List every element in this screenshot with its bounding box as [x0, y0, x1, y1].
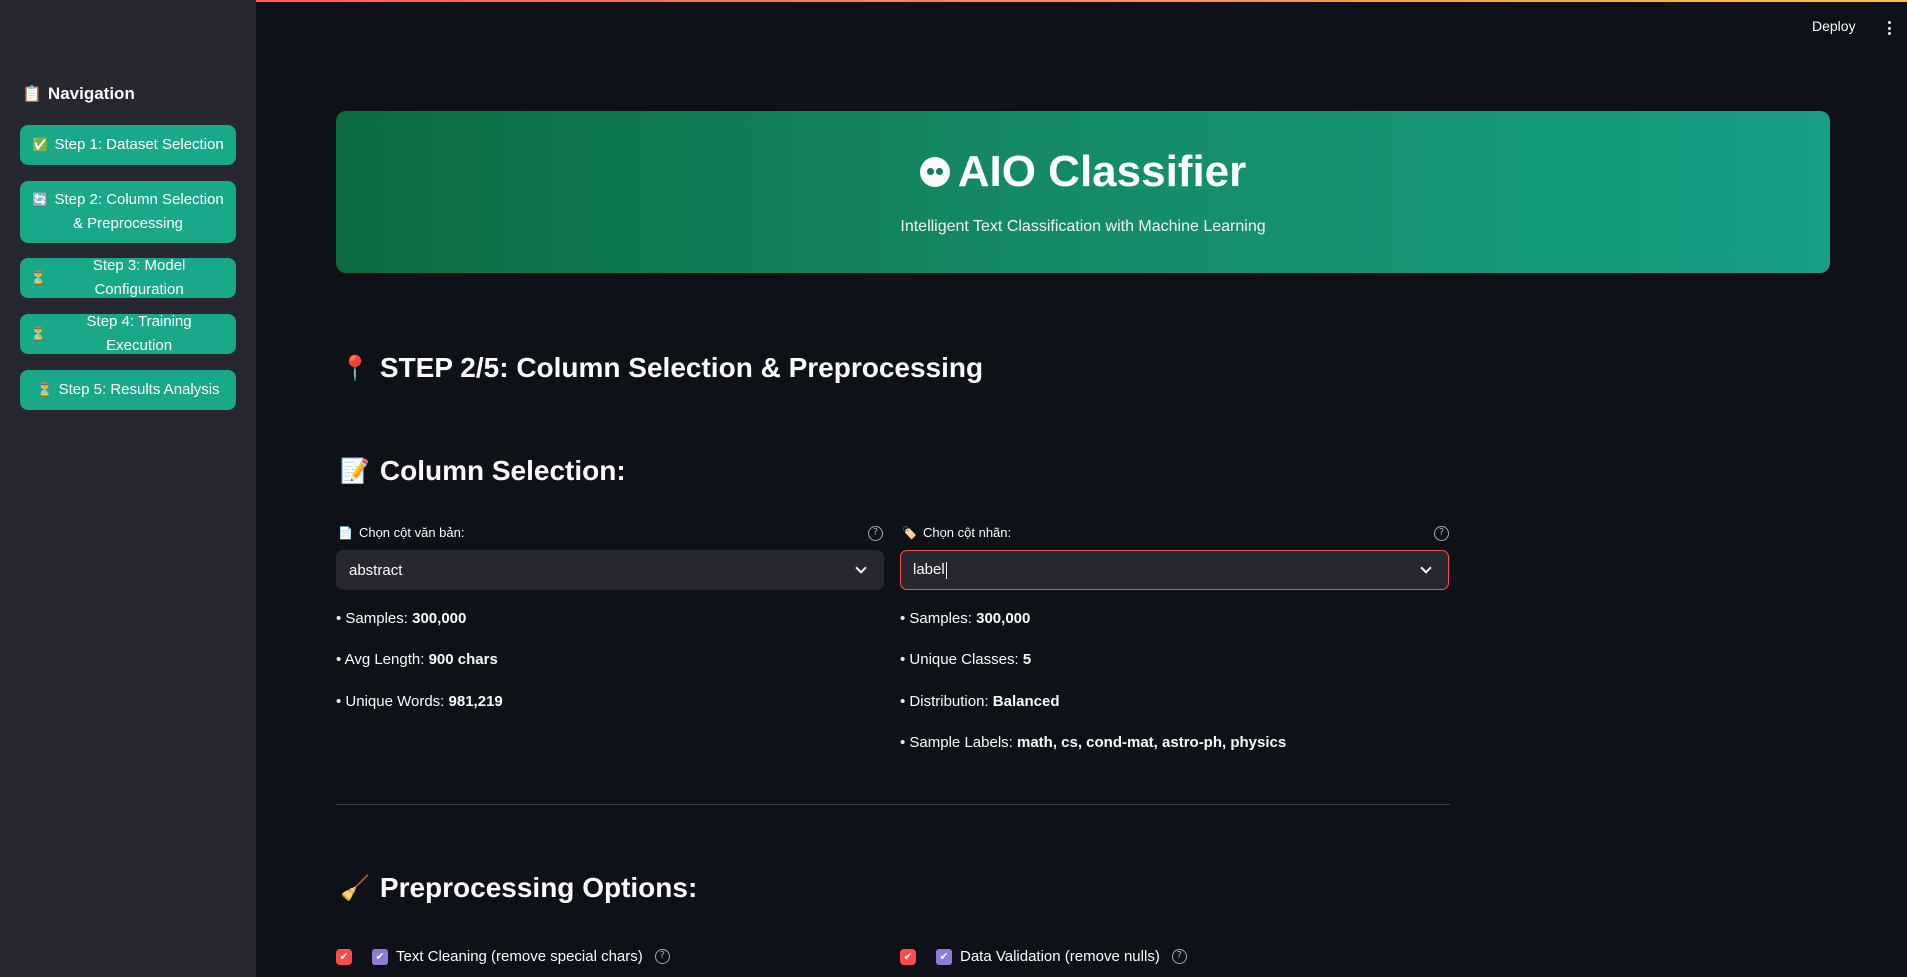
sidebar-item-label: Step 4: Training Execution [86, 313, 192, 354]
checked-icon: ✔ [372, 948, 388, 965]
app-subtitle: Intelligent Text Classification with Mac… [900, 218, 1266, 235]
kebab-menu-icon[interactable] [1882, 19, 1896, 37]
deploy-button[interactable]: Deploy [1812, 18, 1856, 34]
chevron-down-icon [1420, 562, 1432, 574]
document-icon: 📄 [338, 525, 353, 540]
help-icon[interactable]: ? [868, 526, 883, 541]
broom-icon: 🧹 [340, 874, 370, 902]
app-title: AIO Classifier [336, 147, 1830, 197]
label-column-select[interactable]: label [900, 550, 1449, 590]
chevron-down-icon [855, 562, 867, 574]
hourglass-icon: ⏳ [30, 270, 47, 285]
sidebar-title: 📋 Navigation [22, 84, 135, 103]
help-icon[interactable]: ? [1171, 949, 1187, 964]
stat-distribution: • Distribution: Balanced [900, 693, 1060, 710]
robot-icon [919, 157, 950, 187]
stat-sample-labels: • Sample Labels: math, cs, cond-mat, ast… [900, 734, 1287, 751]
stat-unique-words: • Unique Words: 981,219 [336, 693, 503, 710]
text-column-label: 📄 Chọn cột văn bản: [338, 525, 465, 540]
sidebar-item-label: Step 3: Model Configuration [92, 257, 186, 298]
sidebar-item-step-4[interactable]: ⏳ Step 4: Training Execution [20, 313, 236, 354]
sidebar-item-label: 🔄 Step 2: Column Selection & Preprocessin… [32, 191, 224, 232]
memo-icon: 📝 [340, 457, 370, 485]
label-column-label: 🏷️ Chọn cột nhãn: [902, 525, 1012, 540]
top-decoration-bar [0, 0, 1907, 2]
text-cleaning-option: ✔ ✔ Text Cleaning (remove special chars)… [336, 948, 670, 965]
tag-icon: 🏷️ [902, 525, 917, 540]
sidebar-item-label: Step 1: Dataset Selection [54, 136, 224, 153]
help-icon[interactable]: ? [654, 949, 670, 964]
text-column-select[interactable]: abstract [336, 550, 884, 590]
column-selection-heading: 📝 Column Selection: [340, 455, 626, 486]
stat-unique-classes: • Unique Classes: 5 [900, 651, 1032, 668]
data-validation-option: ✔ ✔ Data Validation (remove nulls) ? [900, 948, 1187, 965]
help-icon[interactable]: ? [1434, 526, 1449, 541]
sidebar: 📋 Navigation ✅ Step 1: Dataset Selection… [0, 0, 256, 977]
hero-banner: AIO Classifier Intelligent Text Classifi… [336, 111, 1830, 273]
sidebar-item-step-5[interactable]: ⏳ Step 5: Results Analysis [20, 370, 236, 410]
checkbox[interactable]: ✔ [900, 948, 916, 965]
stat-samples: • Samples: 300,000 [900, 610, 1031, 627]
clipboard-icon: 📋 [22, 86, 42, 103]
check-icon: ✅ [32, 137, 49, 152]
pin-icon: 📍 [340, 354, 370, 382]
stat-samples: • Samples: 300,000 [336, 610, 467, 627]
sidebar-item-label: Step 5: Results Analysis [58, 381, 220, 398]
stat-avg-length: • Avg Length: 900 chars [336, 651, 498, 668]
hourglass-icon: ⏳ [36, 382, 53, 397]
sidebar-item-step-1[interactable]: ✅ Step 1: Dataset Selection [20, 125, 236, 165]
preprocessing-heading: 🧹 Preprocessing Options: [340, 872, 698, 903]
sidebar-item-step-2[interactable]: 🔄 Step 2: Column Selection & Preprocessin… [20, 181, 236, 243]
sidebar-item-step-3[interactable]: ⏳ Step 3: Model Configuration [20, 257, 236, 298]
refresh-icon: 🔄 [32, 192, 49, 207]
section-divider [336, 804, 1450, 805]
checked-icon: ✔ [936, 948, 952, 965]
step-heading: 📍 STEP 2/5: Column Selection & Preproces… [340, 352, 984, 383]
checkbox[interactable]: ✔ [336, 948, 352, 965]
hourglass-icon: ⏳ [30, 326, 47, 341]
